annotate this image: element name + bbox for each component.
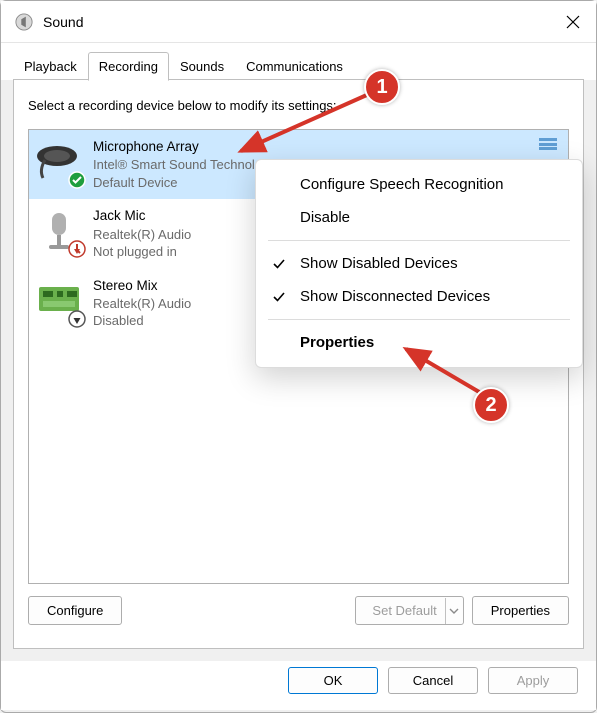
- instruction-text: Select a recording device below to modif…: [28, 98, 569, 113]
- set-default-label: Set Default: [372, 603, 436, 618]
- ctx-show-disconnected-label: Show Disconnected Devices: [300, 288, 490, 305]
- context-menu: Configure Speech Recognition Disable Sho…: [255, 159, 583, 368]
- device-icon: [35, 277, 83, 325]
- annotation-badge-2: 2: [473, 387, 509, 423]
- sound-icon: [15, 13, 33, 31]
- device-icon: [35, 207, 83, 255]
- device-name: Microphone Array: [93, 138, 276, 156]
- device-sub1: Intel® Smart Sound Technology: [93, 156, 276, 174]
- unplugged-icon: [68, 240, 86, 258]
- ctx-show-disabled-label: Show Disabled Devices: [300, 255, 458, 272]
- ctx-show-disabled[interactable]: Show Disabled Devices: [264, 247, 574, 280]
- device-sub2: Not plugged in: [93, 243, 191, 261]
- check-ok-icon: [68, 171, 86, 189]
- cancel-button[interactable]: Cancel: [388, 667, 478, 694]
- configure-button[interactable]: Configure: [28, 596, 122, 625]
- row-menu-icon[interactable]: [538, 138, 558, 150]
- menu-separator: [268, 240, 570, 241]
- close-icon: [566, 15, 580, 29]
- device-icon: [35, 138, 83, 186]
- window-title: Sound: [43, 14, 550, 30]
- ok-button[interactable]: OK: [288, 667, 378, 694]
- ctx-configure-speech[interactable]: Configure Speech Recognition: [264, 168, 574, 201]
- device-sub2: Disabled: [93, 312, 191, 330]
- dialog-button-row: OK Cancel Apply: [1, 661, 596, 710]
- ctx-show-disconnected[interactable]: Show Disconnected Devices: [264, 280, 574, 313]
- apply-button[interactable]: Apply: [488, 667, 578, 694]
- tab-playback[interactable]: Playback: [13, 52, 88, 81]
- device-name: Jack Mic: [93, 207, 191, 225]
- properties-button[interactable]: Properties: [472, 596, 569, 625]
- tab-communications[interactable]: Communications: [235, 52, 354, 81]
- tab-strip: Playback Recording Sounds Communications: [1, 43, 596, 80]
- tab-recording[interactable]: Recording: [88, 52, 169, 81]
- close-button[interactable]: [550, 1, 596, 43]
- device-sub1: Realtek(R) Audio: [93, 226, 191, 244]
- device-name: Stereo Mix: [93, 277, 191, 295]
- check-icon: [272, 290, 286, 304]
- tab-sounds[interactable]: Sounds: [169, 52, 235, 81]
- titlebar: Sound: [1, 1, 596, 43]
- chevron-down-icon: [445, 598, 463, 624]
- device-sub1: Realtek(R) Audio: [93, 295, 191, 313]
- disabled-icon: [68, 310, 86, 328]
- check-icon: [272, 257, 286, 271]
- panel-button-row: Configure Set Default Properties: [28, 596, 569, 625]
- device-sub2: Default Device: [93, 174, 276, 192]
- ctx-properties[interactable]: Properties: [264, 326, 574, 359]
- set-default-button[interactable]: Set Default: [355, 596, 463, 625]
- ctx-disable[interactable]: Disable: [264, 201, 574, 234]
- menu-separator: [268, 319, 570, 320]
- annotation-badge-1: 1: [364, 69, 400, 105]
